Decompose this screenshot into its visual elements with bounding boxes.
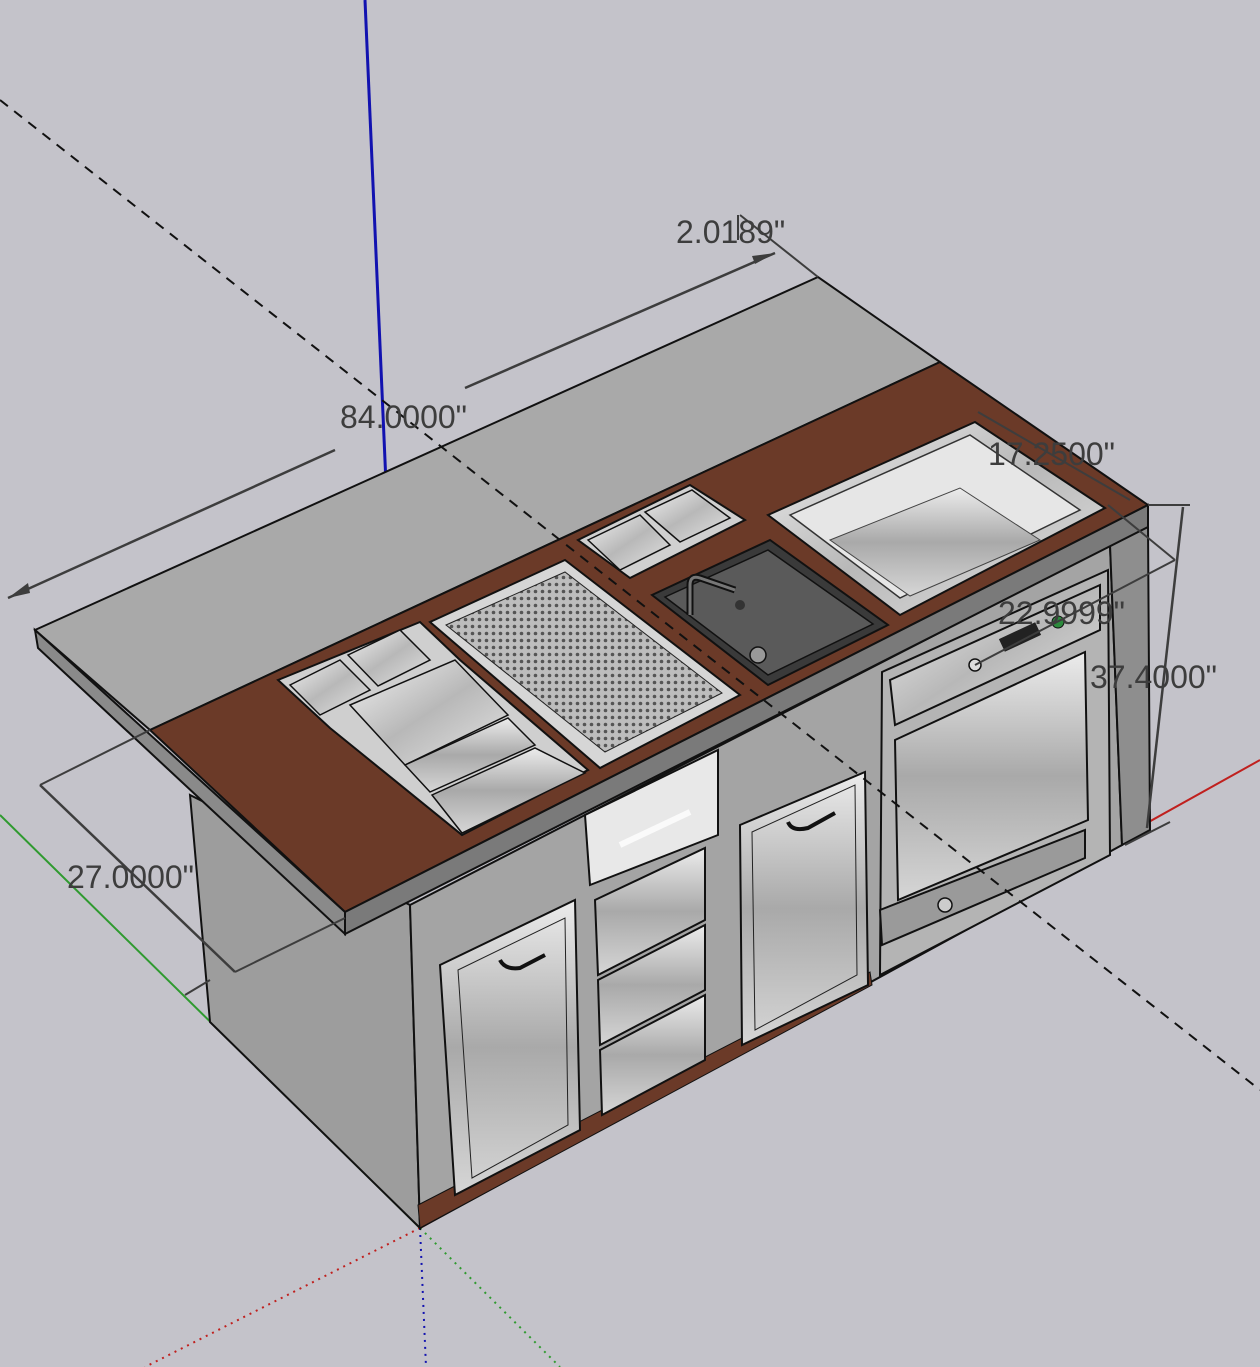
sink-drain <box>749 646 767 664</box>
sketchup-viewport[interactable]: 2.0189" 84.0000" 17.2500" 22.9999" 37.40… <box>0 0 1260 1367</box>
washer-kick-icon <box>937 897 953 913</box>
dimension-label-appliance-depth: 22.9999" <box>998 595 1125 631</box>
dimension-depth-ext-a <box>39 729 151 786</box>
axis-green-dotted <box>419 1227 561 1367</box>
dimension-length-arrow-start <box>8 583 30 598</box>
axis-blue-dotted <box>419 1227 427 1367</box>
axis-red-dotted <box>144 1227 421 1367</box>
dimension-label-overall-length: 84.0000" <box>340 399 467 435</box>
dimension-length-arrow-end <box>752 253 775 264</box>
faucet-handle <box>735 600 745 610</box>
dimension-label-height: 37.4000" <box>1090 659 1217 695</box>
dimension-label-top-depth: 2.0189" <box>676 214 785 250</box>
dimension-label-depth: 27.0000" <box>67 859 194 895</box>
drawers[interactable] <box>583 748 719 1117</box>
dimension-label-sink-width: 17.2500" <box>988 436 1115 472</box>
